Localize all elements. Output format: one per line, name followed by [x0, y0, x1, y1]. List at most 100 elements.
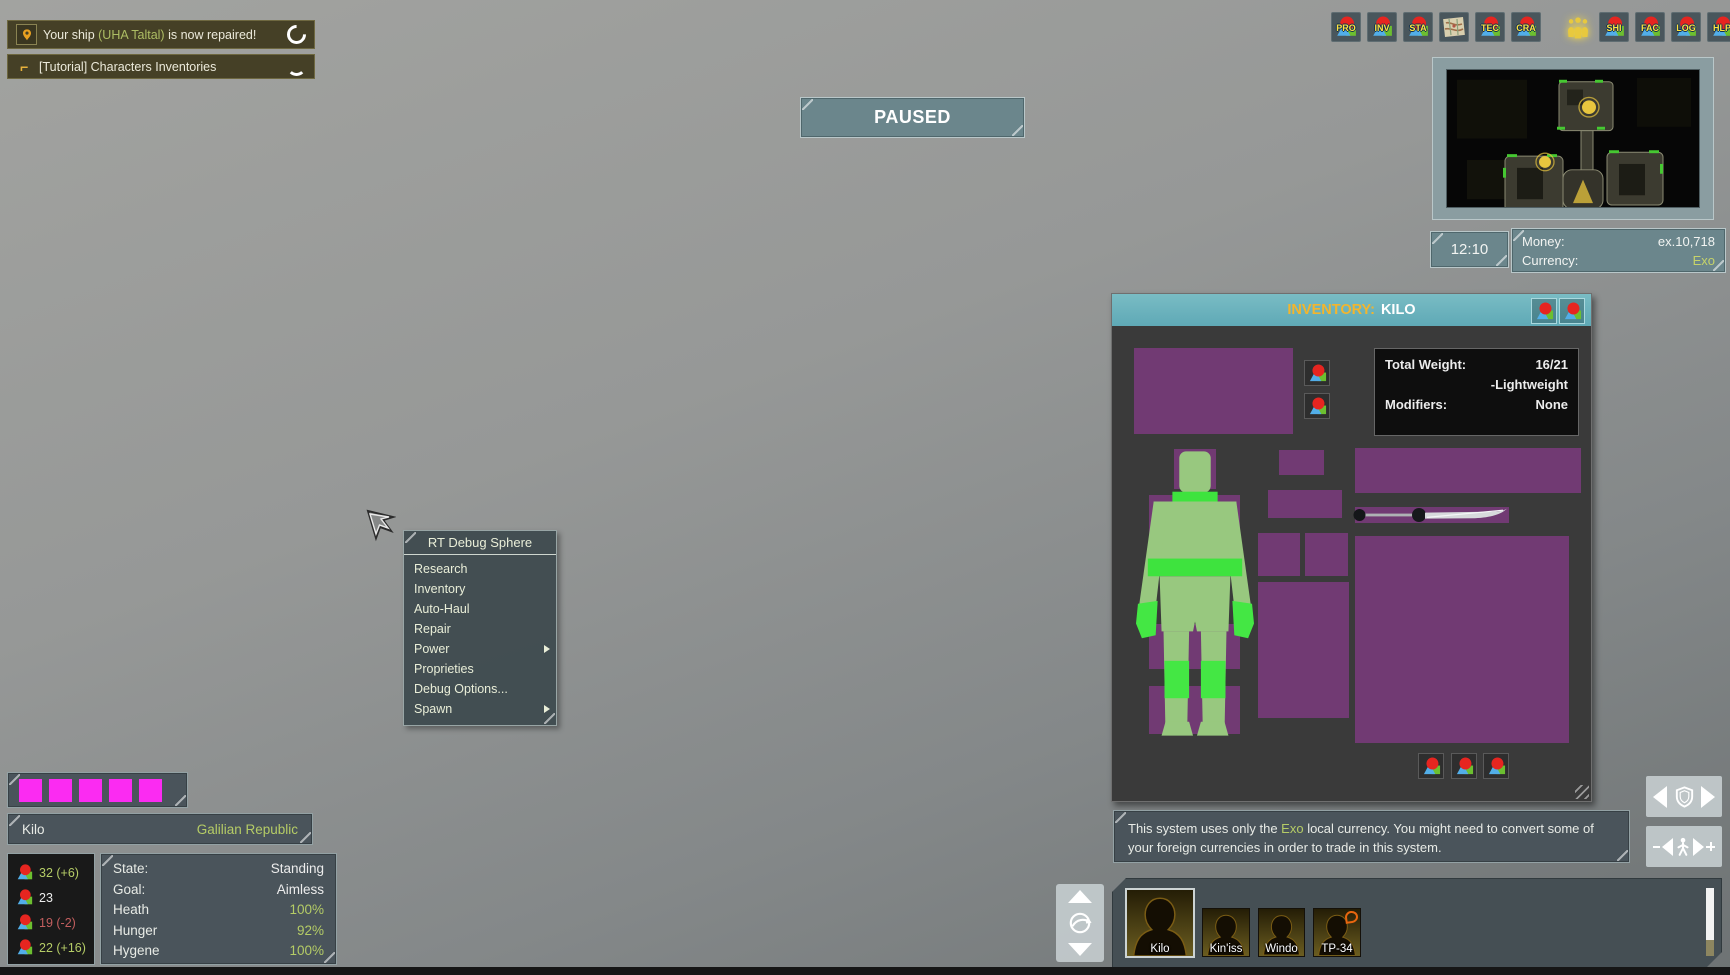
person-icon[interactable]: [1673, 835, 1693, 858]
modifiers-label: Modifiers:: [1385, 395, 1447, 415]
modifiers-value: None: [1536, 395, 1569, 415]
toolbar-button-map[interactable]: [1439, 12, 1469, 42]
menu-item-proprieties[interactable]: Proprieties: [404, 659, 556, 679]
crew-bar: Kilo Kin'iss Windo TP-34: [1112, 878, 1722, 968]
toolbar-button-pro[interactable]: PRO: [1331, 12, 1361, 42]
notification-ship-repaired[interactable]: Your ship (UHA Taltal) is now repaired!: [7, 20, 315, 49]
info-label: State:: [113, 859, 148, 880]
info-label: Hunger: [113, 921, 157, 942]
menu-item-repair[interactable]: Repair: [404, 619, 556, 639]
character-body-silhouette: [1136, 446, 1254, 738]
toolbar-button-hlp[interactable]: HLP: [1707, 12, 1730, 42]
inventory-header-button-2[interactable]: [1559, 298, 1585, 324]
inventory-slot[interactable]: [1279, 450, 1324, 475]
context-menu-title: RT Debug Sphere: [404, 531, 556, 555]
character-faction: Galilian Republic: [197, 822, 298, 837]
inventory-icon-button[interactable]: [1483, 753, 1509, 779]
inventory-header-button-1[interactable]: [1531, 298, 1557, 324]
toolbar-button-cra[interactable]: CRA: [1511, 12, 1541, 42]
inventory-title: INVENTORY:: [1287, 302, 1375, 318]
plus-icon: [1706, 842, 1715, 851]
crew-cycle-control: [1646, 826, 1722, 867]
mood-square: [49, 779, 72, 802]
mood-square: [19, 779, 42, 802]
prev-arrow-icon[interactable]: [1662, 838, 1673, 856]
menu-item-power[interactable]: Power: [404, 639, 556, 659]
inventory-slot[interactable]: [1258, 582, 1349, 718]
ship-minimap: [1447, 70, 1699, 207]
next-arrow-icon[interactable]: [1693, 838, 1704, 856]
inventory-slot[interactable]: [1305, 533, 1348, 576]
mood-square: [109, 779, 132, 802]
context-menu: RT Debug Sphere Research Inventory Auto-…: [403, 530, 557, 726]
menu-item-inventory[interactable]: Inventory: [404, 579, 556, 599]
weight-info-box: Total Weight:16/21 -Lightweight Modifier…: [1374, 348, 1579, 436]
weight-label: Total Weight:: [1385, 355, 1466, 375]
toolbar-button-sta[interactable]: STA: [1403, 12, 1433, 42]
inventory-slot[interactable]: [1355, 448, 1581, 493]
inventory-slot[interactable]: [1355, 536, 1569, 743]
clock-time: 12:10: [1451, 241, 1489, 258]
armor-cycle-control: [1646, 776, 1722, 817]
menu-item-research[interactable]: Research: [404, 559, 556, 579]
info-value: 100%: [289, 900, 324, 921]
menu-item-auto-haul[interactable]: Auto-Haul: [404, 599, 556, 619]
faction-logo-icon[interactable]: [1067, 910, 1093, 936]
toolbar-button-crew[interactable]: [1563, 12, 1593, 42]
toolbar-button-fac[interactable]: FAC: [1635, 12, 1665, 42]
toolbar-button-log[interactable]: LOG: [1671, 12, 1701, 42]
character-stats-box: 32 (+6) 23 19 (-2) 22 (+16): [7, 853, 95, 965]
stat-icon: [16, 889, 33, 906]
stat-icon: [16, 864, 33, 881]
stat-value: 19 (-2): [39, 916, 76, 930]
inventory-icon-button[interactable]: [1304, 393, 1330, 419]
crew-portrait-windo[interactable]: Windo: [1258, 908, 1305, 957]
inventory-slot[interactable]: [1134, 348, 1293, 434]
inventory-icon-button[interactable]: [1451, 753, 1477, 779]
menu-item-debug-options[interactable]: Debug Options...: [404, 679, 556, 699]
info-label: Goal:: [113, 880, 145, 901]
crew-portrait-kiniss[interactable]: Kin'iss: [1202, 908, 1250, 957]
progress-arc-icon: [287, 57, 306, 76]
inventory-panel: INVENTORY: KILO Total Weight:16/21 -Ligh…: [1111, 293, 1592, 802]
crew-scroll-control: [1056, 884, 1104, 962]
inventory-header[interactable]: INVENTORY: KILO: [1112, 294, 1591, 326]
crew-icon: [1565, 16, 1591, 39]
shield-icon[interactable]: [1673, 785, 1696, 808]
inventory-slot[interactable]: [1268, 490, 1342, 518]
next-arrow-icon[interactable]: [1701, 786, 1715, 808]
menu-item-spawn[interactable]: Spawn: [404, 699, 556, 719]
refresh-icon[interactable]: [287, 25, 306, 44]
top-toolbar: PRO INV STA TEC CRA SHI FAC LOG HLP: [1331, 12, 1730, 42]
crew-portrait-tp34[interactable]: TP-34: [1313, 908, 1361, 957]
paused-banner: PAUSED: [800, 97, 1025, 138]
inventory-slot[interactable]: [1258, 533, 1300, 576]
info-label: Hygene: [113, 941, 160, 962]
scroll-down-icon[interactable]: [1068, 943, 1092, 956]
system-message: This system uses only the Exo local curr…: [1113, 810, 1630, 863]
mood-square: [139, 779, 162, 802]
tutorial-icon: ¬: [16, 58, 33, 75]
prev-arrow-icon[interactable]: [1653, 786, 1667, 808]
toolbar-button-shi[interactable]: SHI: [1599, 12, 1629, 42]
toolbar-button-inv[interactable]: INV: [1367, 12, 1397, 42]
toolbar-button-tec[interactable]: TEC: [1475, 12, 1505, 42]
inventory-icon-button[interactable]: [1304, 360, 1330, 386]
clock: 12:10: [1430, 231, 1509, 268]
info-value: Aimless: [277, 880, 324, 901]
minimap-view[interactable]: [1446, 69, 1700, 208]
info-value: Standing: [271, 859, 324, 880]
mood-square: [79, 779, 102, 802]
submenu-arrow-icon: [544, 645, 550, 653]
notification-tutorial[interactable]: ¬ [Tutorial] Characters Inventories: [7, 54, 315, 79]
sword-item[interactable]: [1353, 505, 1509, 525]
mood-bar: [7, 772, 188, 808]
minimap-frame[interactable]: [1432, 57, 1714, 220]
submenu-arrow-icon: [544, 705, 550, 713]
currency-value: Exo: [1693, 251, 1715, 270]
crew-bar-scrollbar[interactable]: [1706, 888, 1714, 956]
crew-portrait-kilo[interactable]: Kilo: [1125, 888, 1195, 958]
scroll-up-icon[interactable]: [1068, 890, 1092, 903]
stat-icon: [16, 939, 33, 956]
inventory-icon-button[interactable]: [1418, 753, 1444, 779]
